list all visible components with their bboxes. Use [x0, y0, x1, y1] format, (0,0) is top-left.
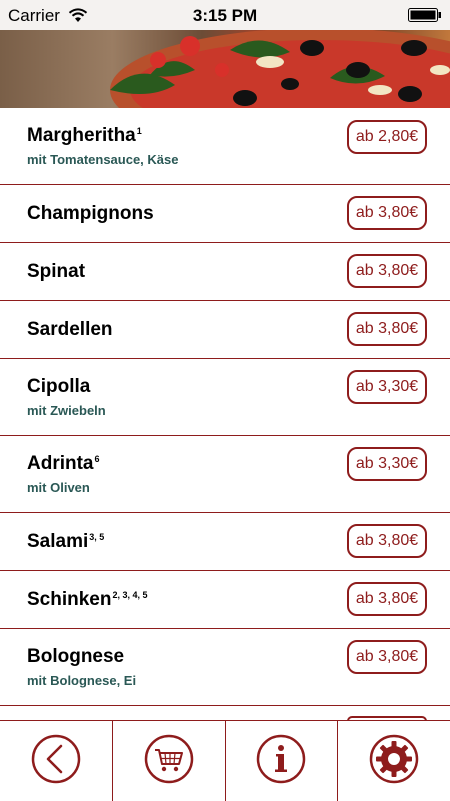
list-item[interactable]: Schinken2, 3, 4, 5 ab 3,80€ — [0, 571, 450, 629]
item-name: Champignons — [27, 203, 154, 224]
menu-list[interactable]: Margheritha1 mit Tomatensauce, Käse ab 2… — [0, 108, 450, 720]
item-name: Schinken — [27, 589, 112, 610]
list-item[interactable]: Sardellen ab 3,80€ — [0, 301, 450, 359]
item-description: mit Bolognese, Ei — [27, 673, 137, 688]
item-name: Bolognese — [27, 646, 125, 667]
tab-info[interactable] — [226, 721, 339, 801]
price-button[interactable]: ab 3,80€ — [347, 524, 427, 558]
item-title: Cipolla — [27, 376, 90, 398]
list-item[interactable]: Adrinta6 mit Oliven ab 3,30€ — [0, 436, 450, 513]
battery-icon — [408, 8, 442, 27]
price-button[interactable]: ab 3,80€ — [347, 196, 427, 230]
price-button[interactable]: ab 3,30€ — [347, 447, 427, 481]
list-item[interactable]: Margheritha1 mit Tomatensauce, Käse ab 2… — [0, 108, 450, 185]
item-title: Adrinta6 — [27, 453, 100, 475]
item-name: Margheritha — [27, 125, 136, 146]
price-button[interactable]: ab 3,80€ — [347, 582, 427, 616]
allergen-note: 6 — [94, 453, 100, 464]
item-title: Bolognese — [27, 646, 124, 668]
item-description: mit Tomatensauce, Käse — [27, 152, 179, 167]
item-description: mit Zwiebeln — [27, 403, 106, 418]
item-name: Sardellen — [27, 319, 113, 340]
item-name: Salami — [27, 531, 89, 552]
cart-icon — [143, 733, 195, 790]
item-title: Salami3, 5 — [27, 531, 104, 553]
info-icon — [255, 733, 307, 790]
item-title: Margheritha1 — [27, 125, 142, 147]
allergen-note: 2, 3, 4, 5 — [112, 589, 148, 600]
item-title: Sardellen — [27, 319, 113, 341]
item-title: Spinat — [27, 261, 85, 283]
allergen-note: 1 — [136, 125, 142, 136]
list-item[interactable]: Cipolla mit Zwiebeln ab 3,30€ — [0, 359, 450, 436]
status-time: 3:15 PM — [192, 6, 258, 25]
settings-gear-icon — [368, 733, 420, 790]
item-name: Spinat — [27, 261, 86, 282]
price-button[interactable]: ab 3,80€ — [347, 640, 427, 674]
tab-back[interactable] — [0, 721, 113, 801]
item-name: Adrinta — [27, 453, 94, 474]
allergen-note: 3, 5 — [89, 531, 105, 542]
status-bar: Carrier 3:15 PM — [0, 0, 450, 30]
item-title: Champignons — [27, 203, 154, 225]
tab-bar — [0, 720, 450, 801]
header-pizza-image — [0, 30, 450, 108]
item-title: Schinken2, 3, 4, 5 — [27, 589, 148, 611]
list-item[interactable]: Champignons ab 3,80€ — [0, 185, 450, 243]
list-item-partial[interactable] — [0, 706, 450, 720]
price-button[interactable]: ab 3,80€ — [347, 312, 427, 346]
item-name: Cipolla — [27, 376, 91, 397]
tab-settings[interactable] — [338, 721, 450, 801]
list-item[interactable]: Bolognese mit Bolognese, Ei ab 3,80€ — [0, 629, 450, 706]
price-button[interactable]: ab 3,30€ — [347, 370, 427, 404]
back-icon — [30, 733, 82, 790]
price-button[interactable]: ab 3,80€ — [347, 254, 427, 288]
list-item[interactable]: Salami3, 5 ab 3,80€ — [0, 513, 450, 571]
price-button[interactable]: ab 2,80€ — [347, 120, 427, 154]
item-description: mit Oliven — [27, 480, 90, 495]
list-item[interactable]: Spinat ab 3,80€ — [0, 243, 450, 301]
tab-cart[interactable] — [113, 721, 226, 801]
